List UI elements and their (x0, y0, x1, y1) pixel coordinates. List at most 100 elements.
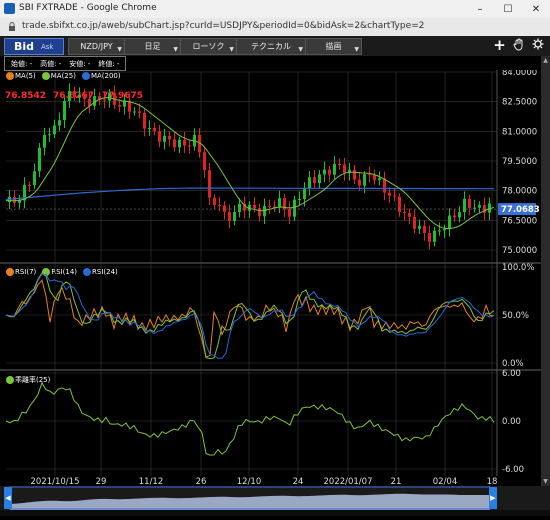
technical-select[interactable]: テクニカル ▼ (236, 38, 306, 55)
price-tick-label: 84.0000 (502, 70, 537, 78)
candle-body (73, 91, 76, 98)
candle-body (263, 205, 266, 217)
candle-body (453, 215, 456, 218)
candle-body (458, 212, 461, 218)
ohlc-readout: 始値: - 高値: - 安値: - 終値: - (4, 56, 127, 71)
candle-body (178, 139, 181, 148)
date-tick-label: 24 (293, 477, 304, 486)
date-tick-label: 18 (487, 477, 498, 486)
candle-body (68, 91, 71, 101)
candle-body (43, 135, 46, 148)
rsi-tick-label: 0.0% (502, 359, 524, 369)
url-text: trade.sbifxt.co.jp/aweb/subChart.jsp?cur… (22, 21, 425, 31)
candle-body (108, 92, 111, 101)
date-tick-label: 2021/10/15 (31, 477, 80, 486)
candle-body (233, 211, 236, 221)
high-value: 高値: - (40, 59, 62, 68)
candle-body (258, 208, 261, 217)
candle-body (133, 111, 136, 113)
deviation-tick-label: -6.00 (502, 465, 524, 475)
candle-body (48, 134, 51, 136)
candle-body (268, 205, 271, 207)
add-icon[interactable]: + (492, 38, 507, 53)
chart-canvas[interactable]: 84.0000 82.5000 81.0000 79.5000 78.0000 76.50… (0, 70, 541, 486)
candle-body (218, 204, 221, 206)
candle-body (328, 169, 331, 175)
vertical-scrollbar[interactable]: ▲ ▼ (541, 56, 550, 486)
rsi14-line (5, 272, 495, 360)
open-value: 始値: - (11, 59, 33, 68)
minimize-button[interactable]: – (466, 0, 494, 18)
candle-body (53, 125, 56, 135)
scroll-up-icon[interactable]: ▲ (541, 56, 550, 65)
candle-body (308, 177, 311, 189)
dropdown-caret-icon: ▼ (229, 46, 234, 53)
candle-body (163, 135, 166, 142)
candle-body (358, 179, 361, 186)
chart-type-label: ローソク (192, 42, 225, 51)
candle-body (203, 152, 206, 171)
candle-body (223, 205, 226, 212)
candle-body (343, 164, 346, 174)
chart-navigator[interactable]: ◀ ▶ (0, 486, 550, 516)
candle-body (363, 174, 366, 186)
date-tick-label: 29 (96, 477, 107, 486)
date-tick-label: 11/12 (139, 477, 164, 486)
candle-body (408, 213, 411, 217)
date-tick-label: 2022/01/07 (324, 477, 373, 486)
bid-label: Bid (14, 40, 35, 53)
navigator-right-handle[interactable]: ▶ (489, 487, 497, 509)
bid-ask-toggle[interactable]: Bid Ask (4, 38, 64, 55)
candle-body (78, 94, 81, 98)
candle-body (278, 198, 281, 208)
candle-body (28, 184, 31, 186)
candle-body (93, 96, 96, 106)
hand-icon[interactable] (511, 38, 526, 53)
rsi7-line (5, 279, 495, 358)
candle-body (403, 211, 406, 214)
candle-body (368, 174, 371, 176)
price-tick-label: 78.0000 (502, 187, 537, 197)
draw-select[interactable]: 描画 ▼ (305, 38, 362, 55)
candle-body (398, 196, 401, 212)
window-title: SBI FXTRADE - Google Chrome (19, 3, 157, 13)
candle-body (373, 174, 376, 181)
close-value: 終値: - (98, 59, 120, 68)
dropdown-caret-icon: ▼ (173, 46, 178, 53)
candle-body (443, 229, 446, 231)
ask-label: Ask (41, 43, 54, 51)
price-tick-label: 79.5000 (502, 157, 537, 167)
axis-labels: 84.0000 82.5000 81.0000 79.5000 78.0000 76.50… (31, 70, 540, 486)
date-tick-label: 02/04 (433, 477, 458, 486)
candle-body (118, 104, 121, 107)
candle-body (393, 195, 396, 197)
currency-pair-select[interactable]: NZD/JPY ▼ (68, 38, 125, 55)
candle-body (438, 230, 441, 232)
technical-label: テクニカル (251, 42, 291, 51)
candle-body (468, 198, 471, 208)
candle-body (228, 211, 231, 221)
scroll-down-icon[interactable]: ▼ (541, 477, 550, 486)
settings-icon[interactable] (530, 38, 545, 53)
candle-body (413, 216, 416, 229)
candle-body (13, 196, 16, 203)
close-button[interactable]: ✕ (522, 0, 550, 18)
candle-body (103, 99, 106, 101)
maximize-button[interactable]: ☐ (494, 0, 522, 18)
period-label: 日足 (144, 42, 161, 51)
candle-body (38, 147, 41, 172)
candle-body (148, 128, 151, 130)
candle-body (318, 174, 321, 184)
candle-body (58, 120, 61, 126)
address-bar[interactable]: trade.sbifxt.co.jp/aweb/subChart.jsp?cur… (0, 18, 550, 37)
chart-toolbar: Bid Ask NZD/JPY ▼ 日足 ▼ ローソク ▼ テクニカル ▼ 描画 ▼ + (0, 36, 550, 56)
chart-type-select[interactable]: ローソク ▼ (180, 38, 237, 55)
currency-pair-label: NZD/JPY (80, 42, 113, 51)
deviation-tick-label: 6.00 (502, 369, 521, 379)
candle-body (448, 215, 451, 230)
candle-body (168, 135, 171, 140)
candle-body (213, 197, 216, 205)
low-value: 安値: - (69, 59, 91, 68)
period-select[interactable]: 日足 ▼ (124, 38, 181, 55)
navigator-left-handle[interactable]: ◀ (4, 487, 12, 509)
